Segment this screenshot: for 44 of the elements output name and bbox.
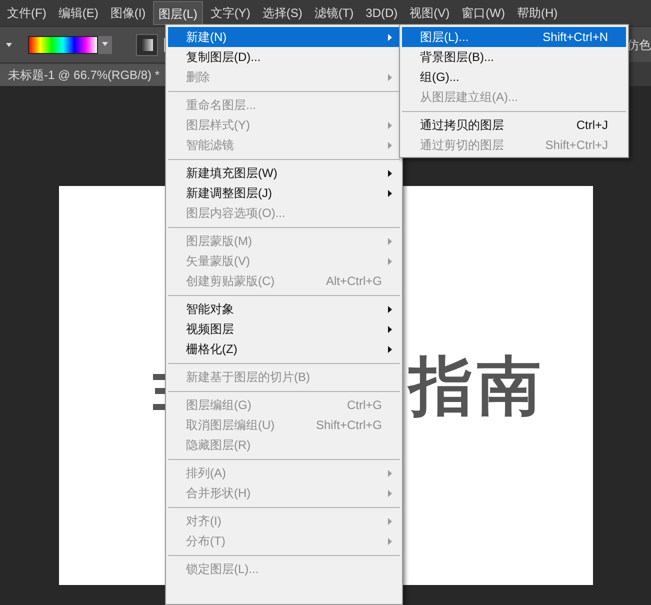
menu-bar-item[interactable]: 编辑(E) <box>53 1 104 25</box>
menu-item[interactable]: 智能对象 <box>168 299 400 319</box>
menu-item[interactable]: 栅格化(Z) <box>168 339 400 359</box>
submenu-arrow-icon <box>388 470 392 476</box>
menu-item[interactable]: 组(G)... <box>402 67 626 87</box>
submenu-arrow-icon <box>388 238 392 244</box>
submenu-arrow-icon <box>388 122 392 128</box>
submenu-arrow-icon <box>388 346 392 352</box>
linear-gradient-button[interactable] <box>136 34 158 56</box>
menu-bar-item[interactable]: 窗口(W) <box>456 1 510 25</box>
menu-item[interactable]: 新建(N) <box>168 27 400 47</box>
submenu-arrow-icon <box>388 170 392 176</box>
menu-bar-item[interactable]: 选择(S) <box>257 1 308 25</box>
submenu-arrow-icon <box>388 538 392 544</box>
menu-bar-item[interactable]: 文字(Y) <box>205 1 256 25</box>
menu-bar-item[interactable]: 文件(F) <box>2 1 52 25</box>
gradient-picker[interactable] <box>28 36 98 54</box>
menu-bar-item[interactable]: 滤镜(T) <box>309 1 359 25</box>
caret-icon <box>101 42 109 47</box>
document-tab[interactable]: 未标题-1 @ 66.7%(RGB/8) * <box>0 64 168 86</box>
submenu-arrow-icon <box>388 490 392 496</box>
menu-bar-item[interactable]: 图层(L) <box>152 1 204 25</box>
menu-item[interactable]: 复制图层(D)... <box>168 47 400 67</box>
menu-item[interactable]: 新建填充图层(W) <box>168 163 400 183</box>
submenu-arrow-icon <box>388 326 392 332</box>
submenu-arrow-icon <box>388 34 392 40</box>
caret-icon[interactable] <box>4 42 14 48</box>
menu-bar-item[interactable]: 帮助(H) <box>512 1 563 25</box>
gradient-dropdown[interactable] <box>98 36 112 54</box>
submenu-arrow-icon <box>388 142 392 148</box>
menu-item[interactable]: 新建调整图层(J) <box>168 183 400 203</box>
submenu-arrow-icon <box>388 190 392 196</box>
menu-bar-item[interactable]: 3D(D) <box>360 1 403 25</box>
submenu-arrow-icon <box>388 306 392 312</box>
menu-item[interactable]: 视频图层 <box>168 319 400 339</box>
canvas-text: 指南 <box>409 349 545 424</box>
menu-bar-item[interactable]: 图像(I) <box>105 1 151 25</box>
menu-item[interactable]: 通过拷贝的图层 Ctrl+J <box>402 115 626 135</box>
menu-item[interactable]: 背景图层(B)... <box>402 47 626 67</box>
submenu-arrow-icon <box>388 258 392 264</box>
submenu-arrow-icon <box>388 518 392 524</box>
submenu-arrow-icon <box>388 74 392 80</box>
menu-bar-item[interactable]: 视图(V) <box>404 1 455 25</box>
menu-item[interactable]: 图层(L)... Shift+Ctrl+N <box>402 27 626 47</box>
